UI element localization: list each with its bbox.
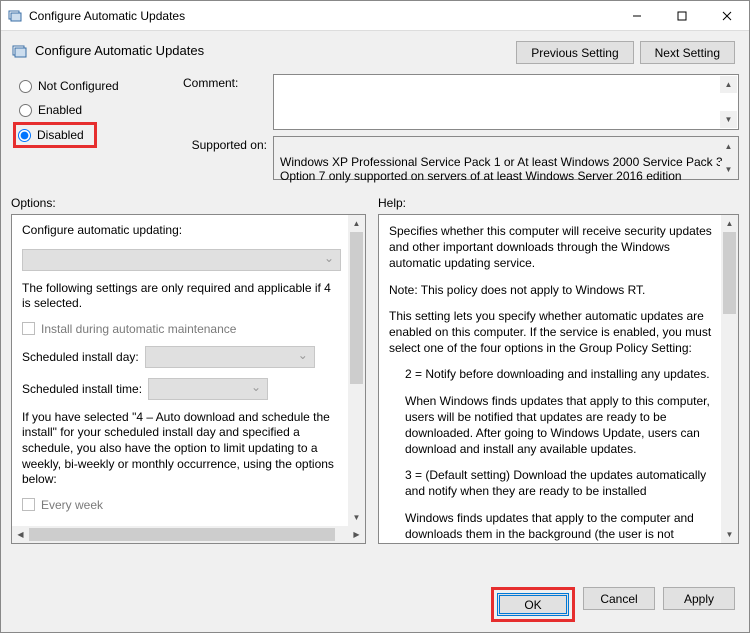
- install-day-combo: [145, 346, 315, 368]
- options-paragraph: If you have selected "4 – Auto download …: [22, 410, 341, 488]
- every-week-checkbox: [22, 498, 35, 511]
- help-text: Specifies whether this computer will rec…: [389, 223, 714, 272]
- scroll-down-icon[interactable]: ▼: [720, 161, 737, 178]
- supported-label: Supported on:: [183, 136, 273, 152]
- field-column: Comment: ▲ ▼ Supported on: Windows XP Pr…: [183, 74, 739, 186]
- apply-button[interactable]: Apply: [663, 587, 735, 610]
- configure-updating-combo: [22, 249, 341, 271]
- scroll-up-icon[interactable]: ▲: [720, 76, 737, 93]
- ok-highlight: OK: [491, 587, 575, 622]
- scroll-down-icon[interactable]: ▼: [720, 111, 737, 128]
- scroll-down-icon[interactable]: ▼: [721, 526, 738, 543]
- ok-button[interactable]: OK: [497, 593, 569, 616]
- options-vscrollbar[interactable]: ▲ ▼: [348, 215, 365, 526]
- options-label: Options:: [11, 196, 366, 210]
- radio-disabled[interactable]: Disabled: [13, 122, 97, 148]
- help-text: Note: This policy does not apply to Wind…: [389, 282, 714, 298]
- app-icon: [7, 8, 23, 24]
- install-day-label: Scheduled install day:: [22, 350, 139, 364]
- help-text: Windows finds updates that apply to the …: [389, 510, 714, 543]
- help-text: When Windows finds updates that apply to…: [389, 393, 714, 458]
- comment-label: Comment:: [183, 74, 273, 90]
- window-title: Configure Automatic Updates: [29, 9, 614, 23]
- help-text: 3 = (Default setting) Download the updat…: [389, 467, 714, 499]
- radio-disabled-label: Disabled: [37, 128, 84, 142]
- options-pane: Configure automatic updating: The follow…: [11, 214, 366, 544]
- options-note: The following settings are only required…: [22, 281, 341, 312]
- supported-on-text: Windows XP Professional Service Pack 1 o…: [280, 155, 723, 183]
- help-text: This setting lets you specify whether au…: [389, 308, 714, 357]
- titlebar: Configure Automatic Updates: [1, 1, 749, 31]
- radio-enabled-input[interactable]: [19, 104, 32, 117]
- every-week-row: Every week: [22, 498, 341, 512]
- scroll-up-icon[interactable]: ▲: [348, 215, 365, 232]
- radio-disabled-input[interactable]: [18, 129, 31, 142]
- install-time-label: Scheduled install time:: [22, 382, 142, 396]
- radio-enabled-label: Enabled: [38, 103, 82, 117]
- radio-not-configured-input[interactable]: [19, 80, 32, 93]
- scroll-right-icon[interactable]: ▶: [348, 526, 365, 543]
- previous-setting-button[interactable]: Previous Setting: [516, 41, 633, 64]
- close-button[interactable]: [704, 1, 749, 31]
- window-controls: [614, 1, 749, 30]
- next-setting-button[interactable]: Next Setting: [640, 41, 735, 64]
- install-maintenance-row: Install during automatic maintenance: [22, 322, 341, 336]
- policy-title: Configure Automatic Updates: [35, 41, 516, 58]
- scroll-left-icon[interactable]: ◀: [12, 526, 29, 543]
- minimize-button[interactable]: [614, 1, 659, 31]
- help-vscrollbar[interactable]: ▲ ▼: [721, 215, 738, 543]
- help-text: 2 = Notify before downloading and instal…: [389, 366, 714, 382]
- scroll-up-icon[interactable]: ▲: [720, 138, 737, 155]
- content-area: Configure Automatic Updates Previous Set…: [1, 31, 749, 632]
- policy-icon: [11, 43, 29, 61]
- help-pane: Specifies whether this computer will rec…: [378, 214, 739, 544]
- configure-updating-label: Configure automatic updating:: [22, 223, 341, 239]
- every-week-label: Every week: [41, 498, 103, 512]
- radio-not-configured-label: Not Configured: [38, 79, 119, 93]
- install-time-combo: [148, 378, 268, 400]
- top-grid: Not Configured Enabled Disabled Comment:…: [11, 74, 739, 186]
- comment-textarea[interactable]: ▲ ▼: [273, 74, 739, 130]
- help-label: Help:: [378, 196, 406, 210]
- scroll-down-icon[interactable]: ▼: [348, 509, 365, 526]
- radio-not-configured[interactable]: Not Configured: [15, 74, 171, 98]
- radio-enabled[interactable]: Enabled: [15, 98, 171, 122]
- scroll-up-icon[interactable]: ▲: [721, 215, 738, 232]
- options-hscrollbar[interactable]: ◀ ▶: [12, 526, 365, 543]
- install-maintenance-checkbox: [22, 322, 35, 335]
- radio-column: Not Configured Enabled Disabled: [11, 74, 171, 186]
- cancel-button[interactable]: Cancel: [583, 587, 655, 610]
- maximize-button[interactable]: [659, 1, 704, 31]
- supported-on-box: Windows XP Professional Service Pack 1 o…: [273, 136, 739, 180]
- footer: OK Cancel Apply: [11, 577, 739, 632]
- install-maintenance-label: Install during automatic maintenance: [41, 322, 236, 336]
- header-row: Configure Automatic Updates Previous Set…: [11, 35, 739, 74]
